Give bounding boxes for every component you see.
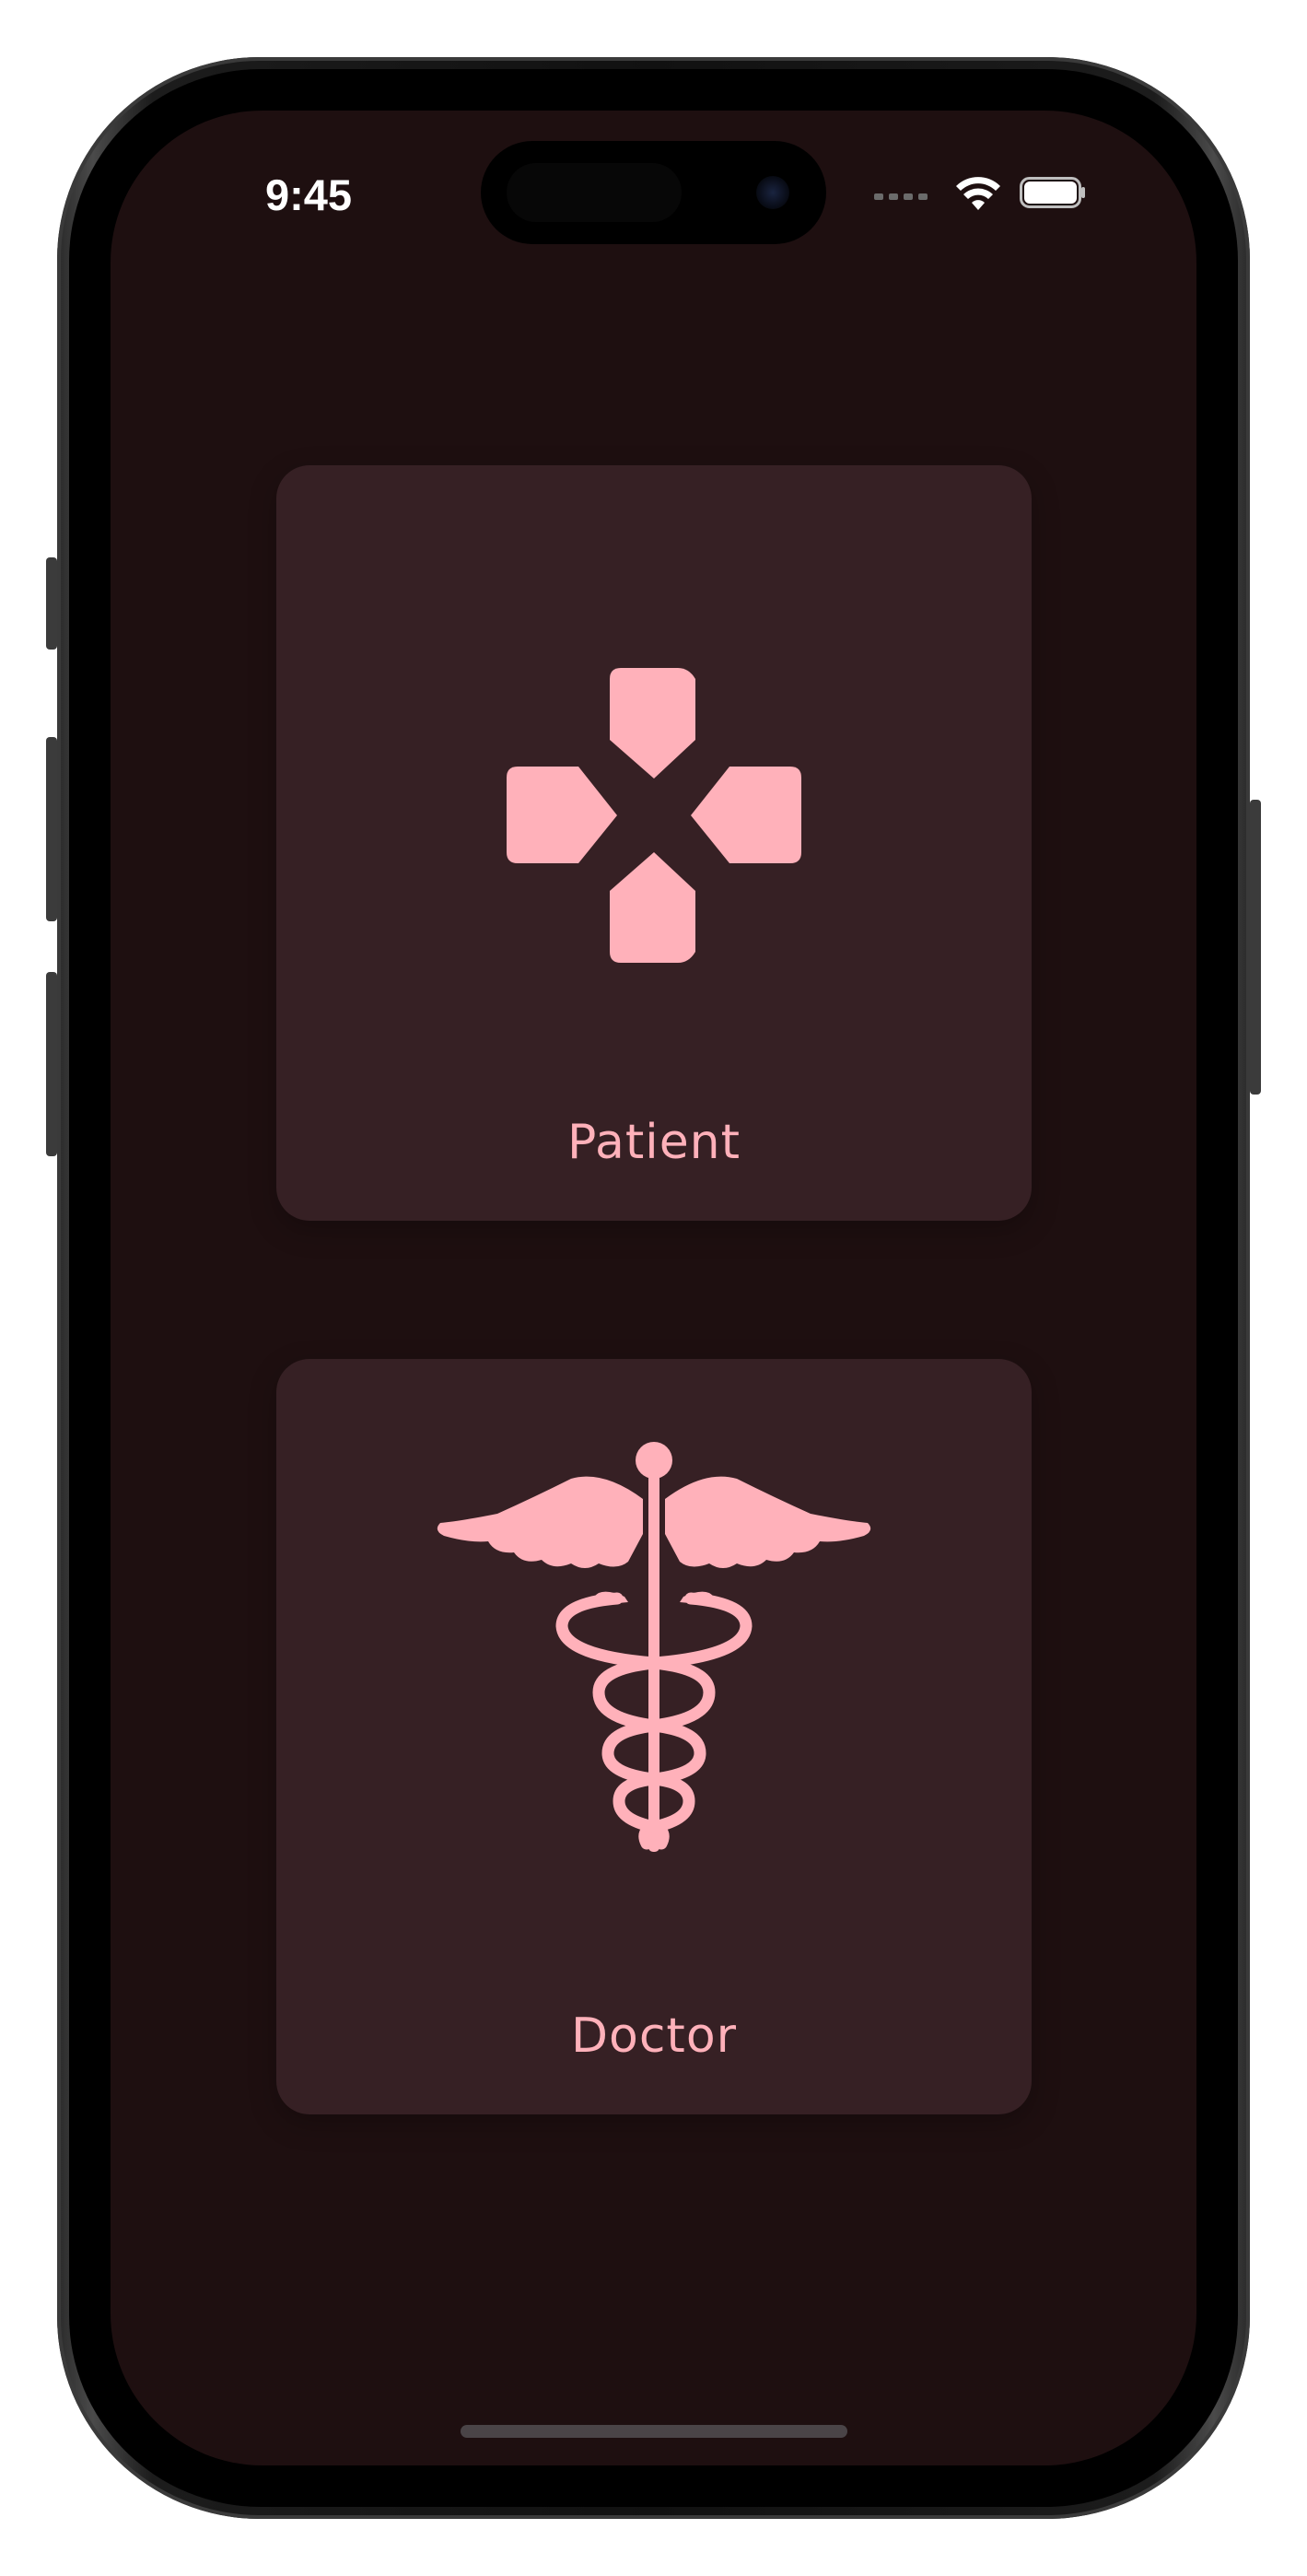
- wifi-icon: [956, 177, 1000, 210]
- caduceus-icon: [276, 1442, 1032, 1856]
- action-button: [46, 557, 57, 650]
- front-camera-icon: [756, 176, 789, 209]
- status-time: 9:45: [264, 170, 353, 219]
- doctor-label: Doctor: [570, 2008, 738, 2064]
- patient-label: Patient: [566, 1115, 741, 1170]
- battery-icon: [1020, 177, 1085, 208]
- volume-down-button: [46, 972, 57, 1156]
- home-indicator[interactable]: [461, 2425, 847, 2438]
- medical-cross-icon: [276, 668, 1032, 963]
- power-button: [1250, 800, 1261, 1095]
- dynamic-island: [481, 141, 826, 244]
- cellular-dots-icon: [874, 193, 929, 201]
- volume-up-button: [46, 737, 57, 921]
- app-screen: 9:45 Patient Doctor: [111, 111, 1196, 2465]
- doctor-card[interactable]: Doctor: [276, 1359, 1032, 2114]
- status-icons: [874, 175, 1104, 217]
- patient-card[interactable]: Patient: [276, 465, 1032, 1221]
- island-sensor: [507, 163, 682, 222]
